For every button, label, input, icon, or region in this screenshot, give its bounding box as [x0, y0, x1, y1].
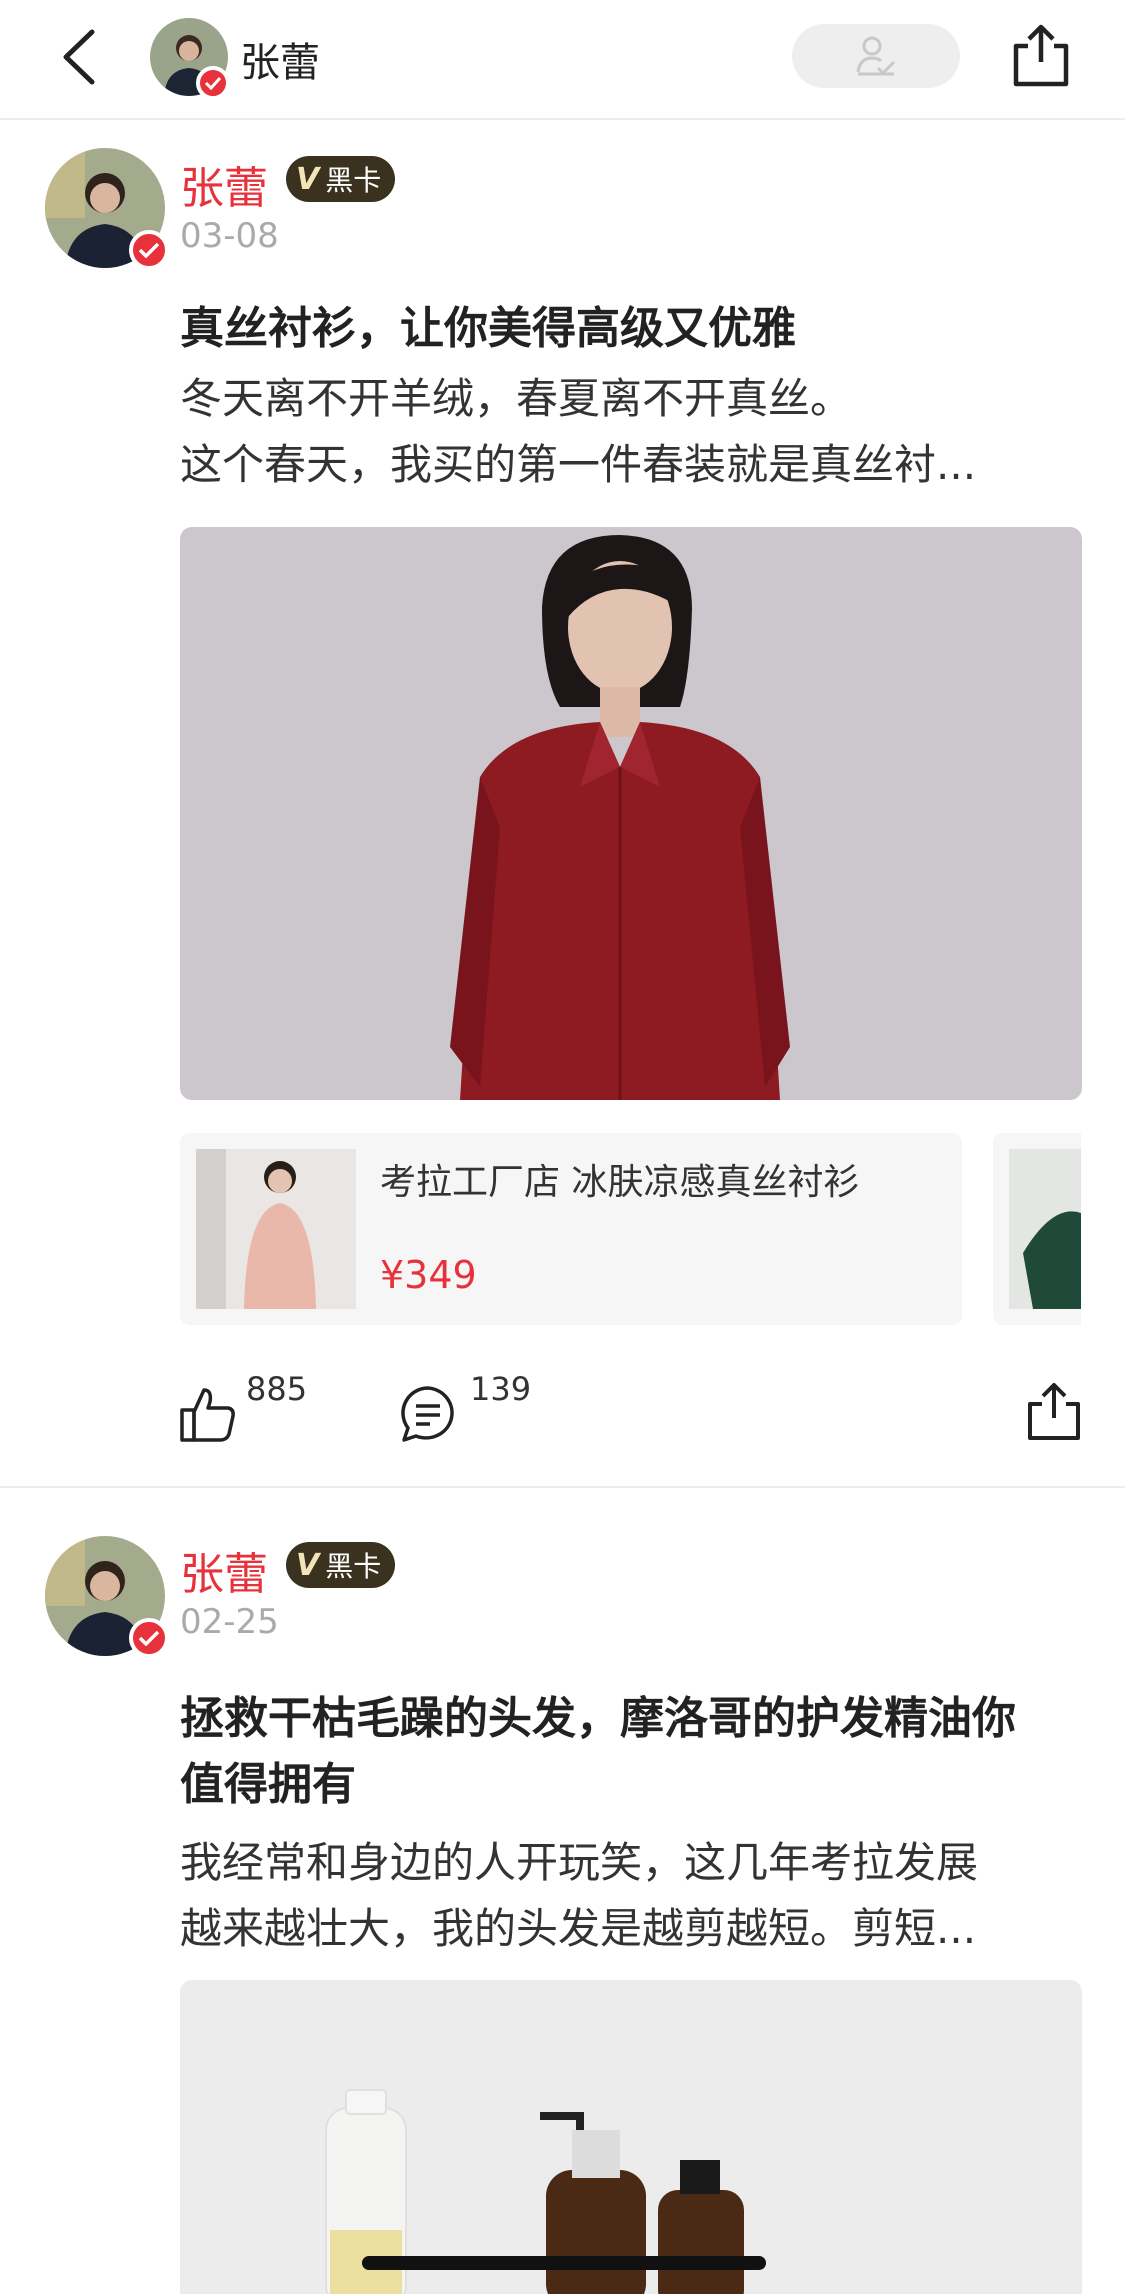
feed-post[interactable]: 张蕾 V 黑卡 03-08 真丝衬衫，让你美得高级又优雅 冬天离不开羊绒，春夏离… — [0, 120, 1125, 1488]
share-button[interactable] — [1008, 22, 1074, 90]
post-body-line: 越来越壮大，我的头发是越剪越短。剪短... — [180, 1904, 977, 1953]
verified-badge-icon — [196, 66, 230, 100]
post-body[interactable]: 冬天离不开羊绒，春夏离不开真丝。 这个春天，我买的第一件春装就是真丝衬... — [180, 366, 1080, 498]
follow-button[interactable] — [792, 24, 960, 88]
post-actions: 885 139 — [0, 1360, 1125, 1460]
like-count: 885 — [246, 1370, 308, 1408]
badge-v: V — [296, 1547, 320, 1583]
post-body[interactable]: 我经常和身边的人开玩笑，这几年考拉发展 越来越壮大，我的头发是越剪越短。剪短..… — [180, 1830, 1080, 1962]
top-bar: 张蕾 — [0, 0, 1125, 120]
author-name[interactable]: 张蕾 — [180, 1538, 268, 1602]
post-date: 03-08 — [180, 216, 279, 256]
post-share-button[interactable] — [1024, 1380, 1084, 1444]
product-thumbnail — [196, 1149, 356, 1309]
comment-button[interactable] — [398, 1384, 458, 1444]
author-name[interactable]: 张蕾 — [180, 152, 268, 216]
post-title[interactable]: 拯救干枯毛躁的头发，摩洛哥的护发精油你 值得拥有 — [180, 1686, 1080, 1818]
thumbs-up-icon — [180, 1388, 235, 1442]
avatar[interactable] — [45, 148, 169, 270]
verified-badge-icon — [129, 230, 169, 270]
product-card[interactable] — [993, 1133, 1081, 1325]
comment-count: 139 — [470, 1370, 532, 1408]
post-body-line: 这个春天，我买的第一件春装就是真丝衬... — [180, 440, 977, 489]
badge-v: V — [296, 161, 320, 197]
product-card[interactable]: 考拉工厂店 冰肤凉感真丝衬衫 ¥349 — [180, 1133, 962, 1325]
product-price: ¥349 — [380, 1253, 477, 1297]
post-title[interactable]: 真丝衬衫，让你美得高级又优雅 — [180, 296, 1080, 362]
post-image[interactable] — [180, 527, 1082, 1100]
product-name: 考拉工厂店 冰肤凉感真丝衬衫 — [380, 1162, 860, 1203]
chevron-left-icon — [63, 29, 95, 85]
vip-badge: V 黑卡 — [286, 1542, 396, 1588]
share-upload-icon — [1028, 1383, 1080, 1440]
back-button[interactable] — [52, 22, 112, 92]
like-button[interactable] — [178, 1384, 238, 1444]
feed-post[interactable]: 张蕾 V 黑卡 02-25 拯救干枯毛躁的头发，摩洛哥的护发精油你 值得拥有 我… — [0, 1490, 1125, 2294]
badge-label: 黑卡 — [325, 1550, 382, 1583]
comment-icon — [401, 1386, 454, 1442]
post-image[interactable] — [180, 1980, 1082, 2294]
header-name: 张蕾 — [240, 40, 320, 86]
home-indicator — [362, 2256, 766, 2270]
badge-label: 黑卡 — [325, 164, 382, 197]
post-title-line: 值得拥有 — [180, 1759, 356, 1810]
share-upload-icon — [1013, 24, 1069, 87]
avatar[interactable] — [45, 1536, 169, 1658]
vip-badge: V 黑卡 — [286, 156, 396, 202]
post-body-line: 冬天离不开羊绒，春夏离不开真丝。 — [180, 374, 853, 423]
person-check-icon — [856, 36, 896, 76]
post-date: 02-25 — [180, 1602, 279, 1642]
post-title-line: 拯救干枯毛躁的头发，摩洛哥的护发精油你 — [180, 1693, 1016, 1744]
verified-badge-icon — [129, 1618, 169, 1658]
post-body-line: 我经常和身边的人开玩笑，这几年考拉发展 — [180, 1838, 979, 1887]
